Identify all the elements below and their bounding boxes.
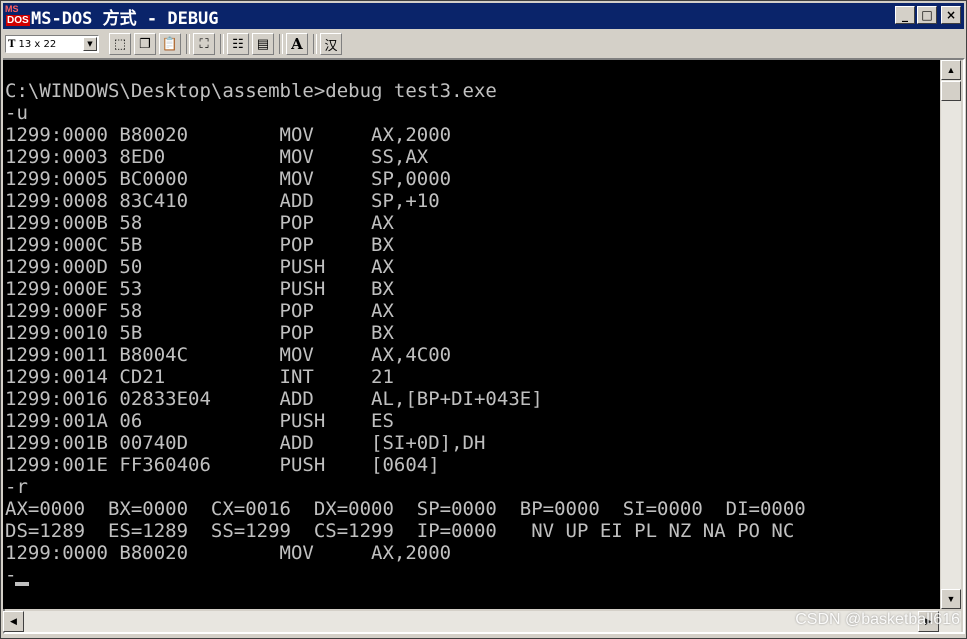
console-line: -u: [5, 102, 28, 124]
vertical-scrollbar[interactable]: ▲ ▼: [941, 60, 961, 609]
console-line: 1299:000D 50 PUSH AX: [5, 256, 394, 278]
console-line: C:\WINDOWS\Desktop\assemble>debug test3.…: [5, 80, 497, 102]
console-line: 1299:0000 B80020 MOV AX,2000: [5, 124, 452, 146]
console-line: AX=0000 BX=0000 CX=0016 DX=0000 SP=0000 …: [5, 498, 806, 520]
icon-ms-text: MS: [5, 4, 19, 14]
console-line: 1299:0014 CD21 INT 21: [5, 366, 394, 388]
scroll-down-button[interactable]: ▼: [941, 589, 961, 609]
mark-button[interactable]: ⬚: [109, 33, 131, 55]
scroll-thumb[interactable]: [941, 81, 961, 101]
copy-button[interactable]: ❐: [134, 33, 156, 55]
title-bar[interactable]: MS DOS MS-DOS 方式 - DEBUG _ □ ×: [3, 3, 964, 29]
text-cursor: [15, 582, 29, 586]
scroll-up-button[interactable]: ▲: [941, 60, 961, 80]
console-line: 1299:0008 83C410 ADD SP,+10: [5, 190, 440, 212]
chinese-input-icon: 汉: [324, 37, 338, 53]
chevron-down-icon[interactable]: ▼: [83, 37, 97, 51]
console-line: 1299:0016 02833E04 ADD AL,[BP+DI+043E]: [5, 388, 543, 410]
console-line: DS=1289 ES=1289 SS=1299 CS=1299 IP=0000 …: [5, 520, 795, 542]
console-line: 1299:0003 8ED0 MOV SS,AX: [5, 146, 429, 168]
console-line: 1299:001E FF360406 PUSH [0604]: [5, 454, 440, 476]
toolbar: T 13 x 22 ▼ ⬚ ❐ 📋 ⛶ ☷ ▤ A 汉: [3, 31, 964, 57]
window-controls: _ □ ×: [895, 6, 961, 24]
font-icon: A: [291, 35, 303, 53]
copy-icon: ❐: [139, 36, 151, 51]
console-line: 1299:0005 BC0000 MOV SP,0000: [5, 168, 452, 190]
font-button[interactable]: A: [286, 33, 308, 55]
csdn-watermark: CSDN @basketball616: [795, 611, 960, 628]
console-line: 1299:0000 B80020 MOV AX,2000: [5, 542, 452, 564]
console-line: 1299:0010 5B POP BX: [5, 322, 394, 344]
scroll-left-button[interactable]: ◀: [3, 611, 24, 632]
window-title: MS-DOS 方式 - DEBUG: [31, 8, 219, 29]
properties-icon: ☷: [232, 36, 244, 51]
console-line: 1299:001A 06 PUSH ES: [5, 410, 394, 432]
msdos-app-icon[interactable]: MS DOS: [5, 4, 30, 27]
console-line: 1299:000B 58 POP AX: [5, 212, 394, 234]
paste-icon: 📋: [161, 36, 179, 51]
console-output[interactable]: C:\WINDOWS\Desktop\assemble>debug test3.…: [3, 60, 940, 609]
background-button[interactable]: ▤: [252, 33, 274, 55]
console-line: 1299:000E 53 PUSH BX: [5, 278, 394, 300]
close-button[interactable]: ×: [941, 6, 961, 24]
minimize-button[interactable]: _: [895, 6, 915, 24]
toolbar-separator: [279, 34, 283, 54]
truetype-icon: T: [8, 38, 16, 50]
console-line: -r: [5, 476, 28, 498]
font-size-select[interactable]: T 13 x 22 ▼: [5, 35, 99, 53]
fullscreen-icon: ⛶: [199, 36, 209, 51]
font-size-value: 13 x 22: [18, 38, 57, 50]
console-line: 1299:001B 00740D ADD [SI+0D],DH: [5, 432, 486, 454]
console-line: 1299:0011 B8004C MOV AX,4C00: [5, 344, 452, 366]
chinese-input-button[interactable]: 汉: [320, 33, 342, 55]
fullscreen-button[interactable]: ⛶: [193, 33, 215, 55]
maximize-button[interactable]: □: [917, 6, 937, 24]
icon-dos-text: DOS: [6, 15, 30, 26]
toolbar-separator: [313, 34, 317, 54]
toolbar-separator: [186, 34, 190, 54]
toolbar-separator: [220, 34, 224, 54]
mark-icon: ⬚: [113, 36, 127, 51]
paste-button[interactable]: 📋: [159, 33, 181, 55]
background-icon: ▤: [256, 36, 270, 51]
properties-button[interactable]: ☷: [227, 33, 249, 55]
msdos-window: MS DOS MS-DOS 方式 - DEBUG _ □ × T 13 x 22…: [0, 0, 967, 639]
console-line: 1299:000F 58 POP AX: [5, 300, 394, 322]
console-line: 1299:000C 5B POP BX: [5, 234, 394, 256]
